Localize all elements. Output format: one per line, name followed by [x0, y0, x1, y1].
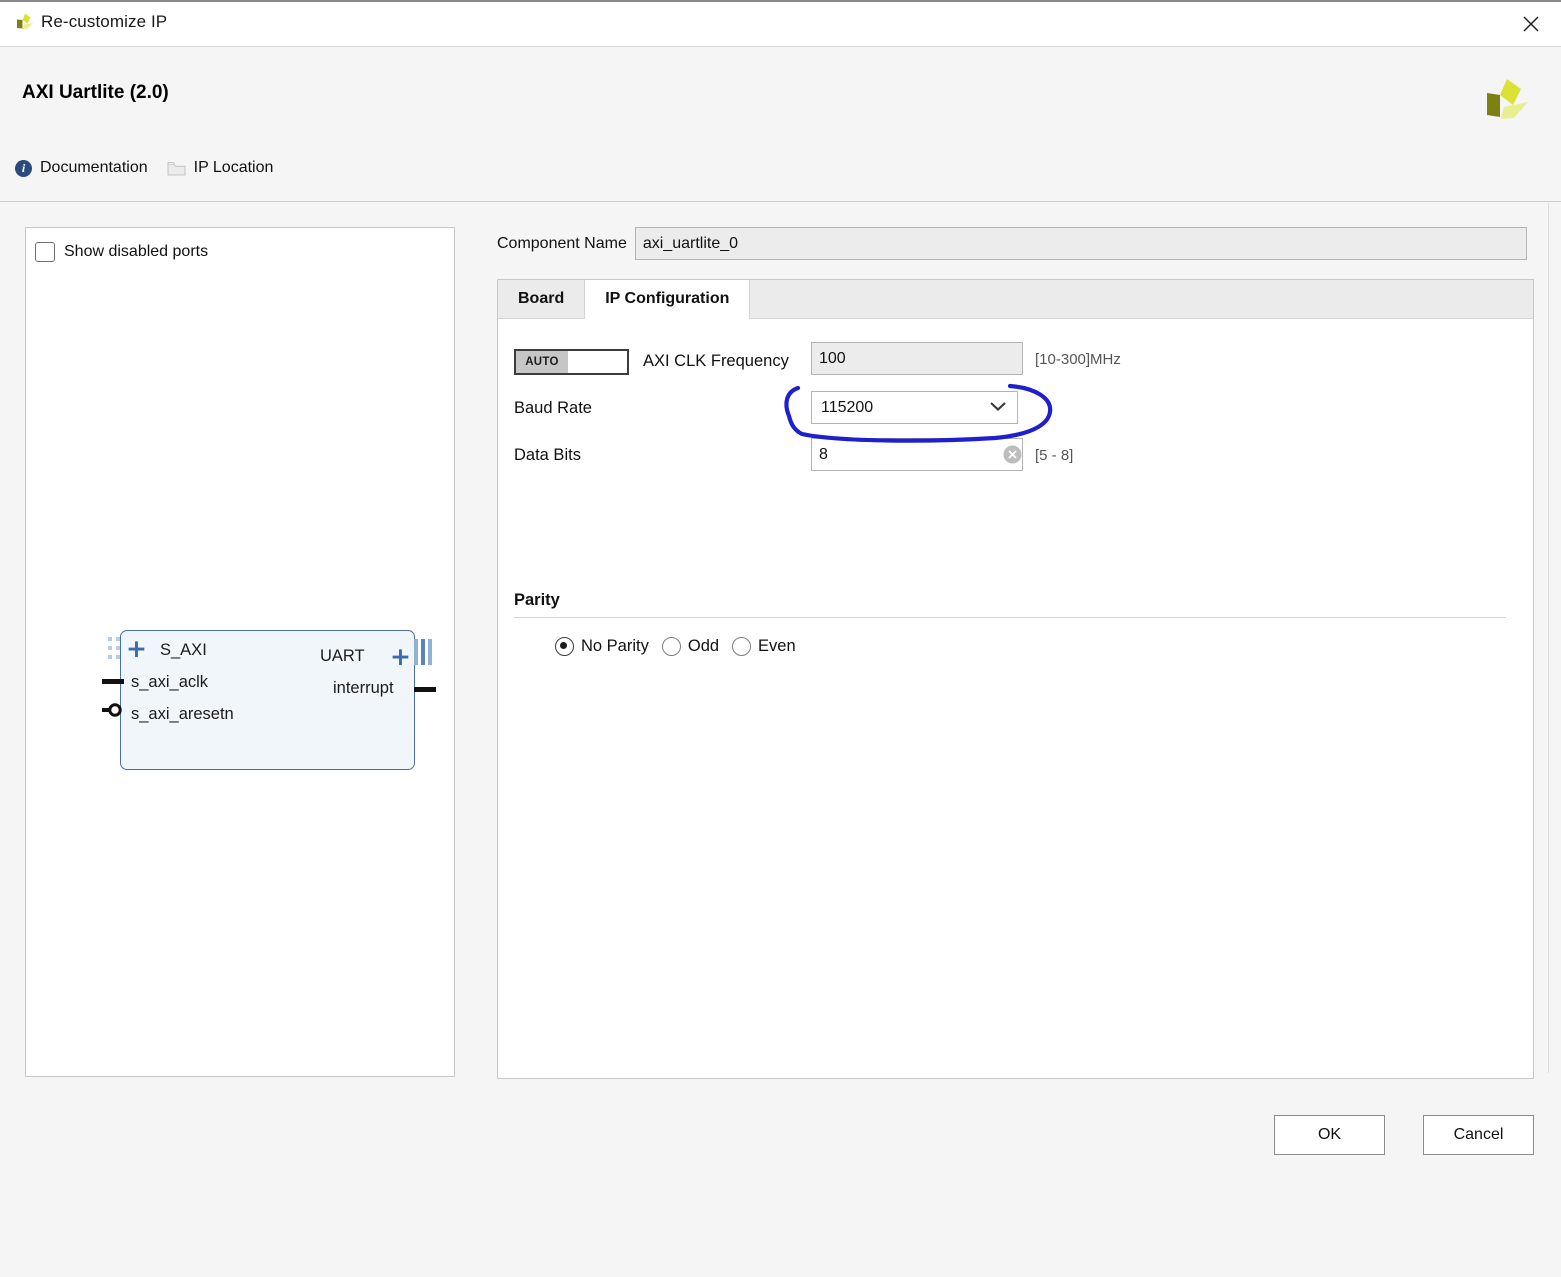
s-axi-bus-connector-icon: [108, 637, 121, 661]
auto-toggle-track: [568, 350, 627, 373]
parity-option-even-label: Even: [758, 637, 796, 655]
parity-option-even[interactable]: Even: [732, 637, 796, 656]
parity-option-no-parity[interactable]: No Parity: [555, 637, 649, 656]
radio-icon-no-parity: [555, 637, 574, 656]
vertical-scrollbar[interactable]: [1548, 203, 1561, 1073]
baud-rate-row: Baud Rate 115200: [514, 385, 1533, 432]
show-disabled-ports-checkbox[interactable]: Show disabled ports: [35, 242, 208, 262]
xilinx-logo-icon: [14, 12, 36, 34]
baud-rate-value: 115200: [821, 398, 874, 416]
xilinx-logo-icon: [1479, 74, 1535, 130]
window-top-edge: [0, 0, 1561, 2]
checkbox-box-icon: [35, 242, 55, 262]
config-tab-container: Board IP Configuration AUTO AXI CLK Freq…: [497, 279, 1534, 1079]
axi-clk-frequency-row: AUTO AXI CLK Frequency 100 [10-300]MHz: [514, 338, 1533, 385]
uart-bus-connector-icon: [414, 639, 432, 665]
axi-clk-auto-toggle[interactable]: AUTO: [514, 348, 629, 375]
chevron-down-icon: [989, 399, 1007, 417]
parity-option-no-parity-label: No Parity: [581, 637, 649, 655]
uart-expand-icon[interactable]: +: [390, 644, 411, 669]
data-bits-label: Data Bits: [514, 446, 581, 464]
axi-clk-frequency-input[interactable]: 100: [811, 342, 1023, 375]
parity-option-odd[interactable]: Odd: [661, 637, 720, 656]
data-bits-input[interactable]: 8: [811, 438, 1023, 471]
port-label-s-axi-aclk: s_axi_aclk: [131, 673, 209, 691]
parity-section-heading: Parity: [514, 591, 560, 609]
tab-board[interactable]: Board: [498, 280, 585, 318]
component-name-row: Component Name axi_uartlite_0: [497, 227, 1527, 260]
info-icon: i: [15, 159, 32, 177]
tab-strip: Board IP Configuration: [498, 280, 1533, 319]
dialog-body: Show disabled ports + S_AXI s_axi_aclk s…: [0, 202, 1561, 1180]
parity-option-odd-label: Odd: [687, 637, 720, 655]
auto-toggle-label: AUTO: [516, 350, 568, 373]
parity-divider: [514, 617, 1506, 618]
ip-symbol-preview-panel: Show disabled ports + S_AXI s_axi_aclk s…: [25, 227, 455, 1077]
s-axi-expand-icon[interactable]: +: [126, 636, 147, 661]
data-bits-row: Data Bits 8 [5 - 8]: [514, 432, 1533, 479]
data-bits-range: [5 - 8]: [1035, 447, 1074, 464]
ok-button[interactable]: OK: [1274, 1115, 1385, 1155]
tab-ip-configuration[interactable]: IP Configuration: [584, 280, 751, 319]
component-name-label: Component Name: [497, 234, 627, 252]
dialog-footer-buttons: OK Cancel: [1274, 1115, 1534, 1155]
page-title: AXI Uartlite (2.0): [22, 82, 169, 103]
axi-clk-frequency-range: [10-300]MHz: [1035, 351, 1121, 368]
ip-location-link-label: IP Location: [193, 159, 274, 176]
cancel-button[interactable]: Cancel: [1423, 1115, 1534, 1155]
parity-radio-group: No Parity Odd Even: [555, 637, 796, 656]
show-disabled-ports-label: Show disabled ports: [64, 243, 209, 260]
ip-location-link[interactable]: IP Location: [167, 159, 274, 177]
radio-icon-even: [732, 637, 752, 656]
window-title: Re-customize IP: [41, 12, 168, 31]
ip-configuration-form: AUTO AXI CLK Frequency 100 [10-300]MHz B…: [498, 319, 1533, 1078]
baud-rate-label: Baud Rate: [514, 399, 592, 417]
close-icon[interactable]: [1515, 8, 1547, 40]
port-label-uart: UART: [320, 647, 365, 665]
ip-block-diagram: + S_AXI s_axi_aclk s_axi_aresetn UART +: [94, 601, 436, 770]
window-titlebar: Re-customize IP: [0, 0, 1561, 47]
clear-circle-x-icon[interactable]: [1003, 445, 1022, 464]
axi-clk-frequency-label: AXI CLK Frequency: [643, 352, 789, 370]
documentation-link[interactable]: i Documentation: [15, 159, 148, 177]
documentation-link-label: Documentation: [40, 159, 148, 176]
ip-header: AXI Uartlite (2.0) i Documentation IP Lo…: [0, 47, 1561, 202]
port-label-s-axi-aresetn: s_axi_aresetn: [131, 705, 234, 723]
radio-icon-odd: [661, 637, 681, 656]
folder-icon: [167, 161, 186, 176]
header-links: i Documentation IP Location: [15, 159, 273, 177]
s-axi-aresetn-pin-icon: [102, 703, 128, 717]
component-name-input[interactable]: axi_uartlite_0: [634, 227, 1527, 260]
port-label-interrupt: interrupt: [333, 679, 394, 697]
port-label-s-axi: S_AXI: [160, 641, 207, 659]
baud-rate-combo[interactable]: 115200: [811, 391, 1018, 424]
s-axi-aclk-pin-icon: [102, 679, 124, 684]
interrupt-pin-icon: [414, 687, 436, 692]
